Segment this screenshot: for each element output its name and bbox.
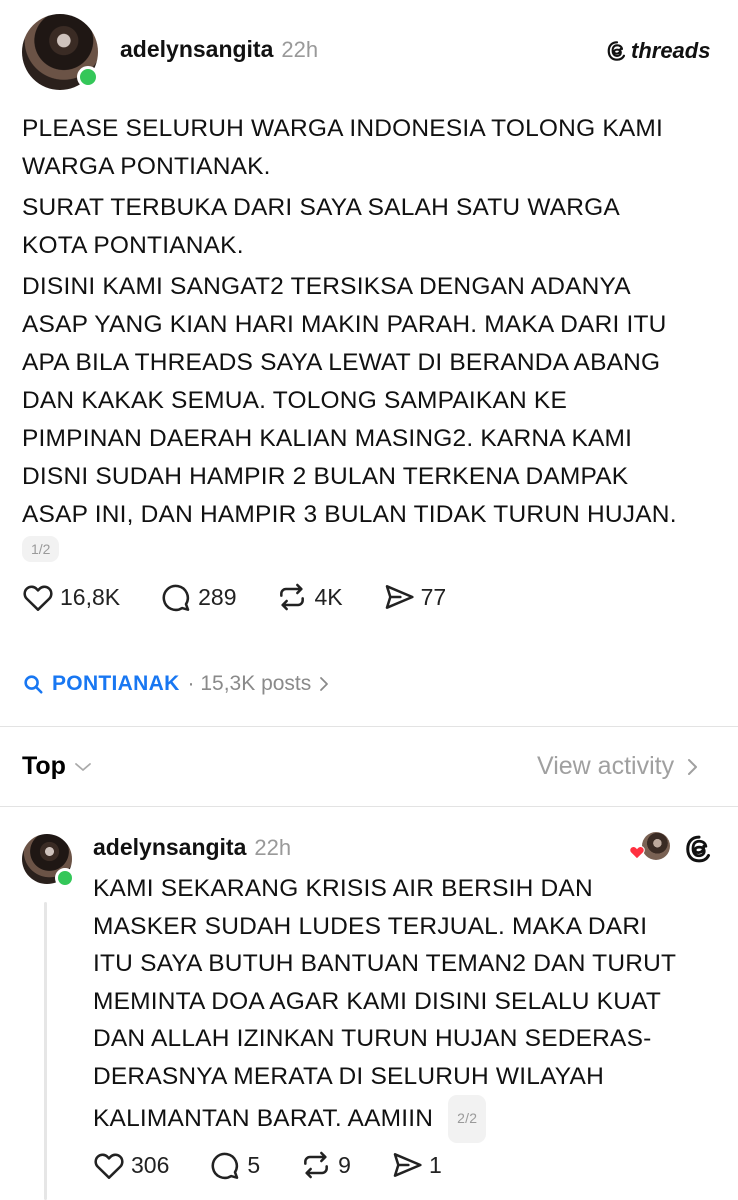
sort-label: Top: [22, 752, 66, 780]
topic-tag[interactable]: PONTIANAK · 15,3K posts: [22, 672, 329, 696]
reply-line: MASKER SUDAH LUDES TERJUAL. MAKA DARI: [93, 912, 648, 940]
heart-icon: [94, 1153, 124, 1179]
chevron-right-icon: [688, 758, 698, 775]
post-paragraph: SURAT TERBUKA DARI SAYA SALAH SATU WARGA…: [22, 189, 722, 265]
reply-actions: 306 5 9 1: [93, 1150, 442, 1180]
comment-icon: [162, 584, 190, 612]
like-button[interactable]: 16,8K: [22, 582, 120, 612]
liker-avatar: [642, 832, 670, 860]
repost-button[interactable]: 9: [300, 1150, 351, 1180]
online-status-dot: [77, 66, 99, 88]
thread-page-badge: 1/2: [22, 536, 60, 562]
reply-line: KAMI SEKARANG KRISIS AIR BERSIH DAN: [93, 875, 593, 902]
topic-post-count: · 15,3K posts: [187, 672, 312, 695]
reply-body: KAMI SEKARANG KRISIS AIR BERSIH DAN MASK…: [93, 870, 723, 1143]
post-line: ASAP INI, DAN HAMPIR 3 BULAN TIDAK TURUN…: [22, 501, 677, 528]
post-line: WARGA PONTIANAK.: [22, 153, 271, 180]
chevron-right-icon: [320, 677, 329, 691]
comment-button[interactable]: 289: [160, 582, 236, 612]
search-icon: [24, 675, 43, 694]
repost-count: 4K: [314, 583, 343, 610]
brand-wordmark: threads: [631, 38, 711, 63]
post-line: APA BILA THREADS SAYA LEWAT DI BERANDA A…: [22, 349, 661, 376]
like-count: 306: [131, 1151, 170, 1178]
reply-line: MEMINTA DOA AGAR KAMI DISINI SELALU KUAT: [93, 987, 661, 1015]
comment-button[interactable]: 5: [209, 1150, 260, 1180]
post-actions: 16,8K 289 4K 77: [22, 582, 446, 612]
like-count: 16,8K: [60, 583, 121, 610]
divider: [0, 726, 738, 727]
post-line: DISNI SUDAH HAMPIR 2 BULAN TERKENA DAMPA…: [22, 463, 629, 490]
comment-icon: [211, 1152, 239, 1180]
username[interactable]: adelynsangita: [120, 36, 273, 63]
post-body: PLEASE SELURUH WARGA INDONESIA TOLONG KA…: [22, 110, 722, 534]
reply-line: DERASNYA MERATA DI SELURUH WILAYAH: [93, 1062, 604, 1090]
comment-count: 5: [247, 1151, 261, 1178]
reply-header: adelynsangita 22h: [93, 834, 291, 861]
thread-page-badge: 2/2: [448, 1095, 487, 1143]
liked-by-author-indicator: [628, 832, 670, 862]
sort-dropdown[interactable]: Top: [22, 752, 92, 781]
share-button[interactable]: 77: [383, 582, 447, 612]
repost-count: 9: [338, 1151, 351, 1178]
view-activity-link[interactable]: View activity: [537, 752, 698, 781]
share-icon: [385, 585, 414, 609]
share-count: 1: [428, 1151, 442, 1178]
reply-line: KALIMANTAN BARAT. AAMIIN: [93, 1105, 434, 1132]
topic-name[interactable]: PONTIANAK: [52, 672, 180, 696]
heart-icon: [23, 585, 53, 611]
reply-username[interactable]: adelynsangita: [93, 834, 246, 861]
post-paragraph: DISINI KAMI SANGAT2 TERSIKSA DENGAN ADAN…: [22, 268, 722, 534]
comment-count: 289: [198, 583, 237, 610]
post-line: SURAT TERBUKA DARI SAYA SALAH SATU WARGA: [22, 194, 620, 221]
post-line: PLEASE SELURUH WARGA INDONESIA TOLONG KA…: [22, 115, 664, 142]
post-line: KOTA PONTIANAK.: [22, 232, 244, 259]
heart-icon: [629, 845, 645, 860]
like-button[interactable]: 306: [93, 1150, 169, 1180]
threads-logo-icon: [607, 41, 626, 61]
thread-connector-line: [44, 902, 47, 1200]
post-paragraph: PLEASE SELURUH WARGA INDONESIA TOLONG KA…: [22, 110, 722, 186]
reply-line: DAN ALLAH IZINKAN TURUN HUJAN SEDERAS-: [93, 1025, 652, 1052]
view-activity-label: View activity: [537, 752, 675, 780]
post-header: adelynsangita 22h: [120, 36, 318, 63]
post-line: DISINI KAMI SANGAT2 TERSIKSA DENGAN ADAN…: [22, 273, 631, 300]
divider: [0, 806, 738, 807]
post-line: PIMPINAN DAERAH KALIAN MASING2. KARNA KA…: [22, 425, 633, 452]
post-line: ASAP YANG KIAN HARI MAKIN PARAH. MAKA DA…: [22, 311, 667, 338]
post-line: DAN KAKAK SEMUA. TOLONG SAMPAIKAN KE: [22, 387, 567, 414]
share-icon: [393, 1153, 422, 1177]
online-status-dot: [55, 868, 75, 888]
share-button[interactable]: 1: [391, 1150, 442, 1180]
repost-button[interactable]: 4K: [276, 582, 343, 612]
share-count: 77: [420, 583, 447, 610]
repost-icon: [280, 583, 305, 611]
threads-logo-icon[interactable]: [684, 834, 714, 864]
post-time: 22h: [281, 37, 319, 62]
threads-brand[interactable]: threads: [606, 38, 710, 64]
reply-line: ITU SAYA BUTUH BANTUAN TEMAN2 DAN TURUT: [93, 950, 677, 977]
reply-time: 22h: [254, 835, 292, 860]
chevron-down-icon: [75, 762, 91, 771]
repost-icon: [304, 1151, 329, 1179]
